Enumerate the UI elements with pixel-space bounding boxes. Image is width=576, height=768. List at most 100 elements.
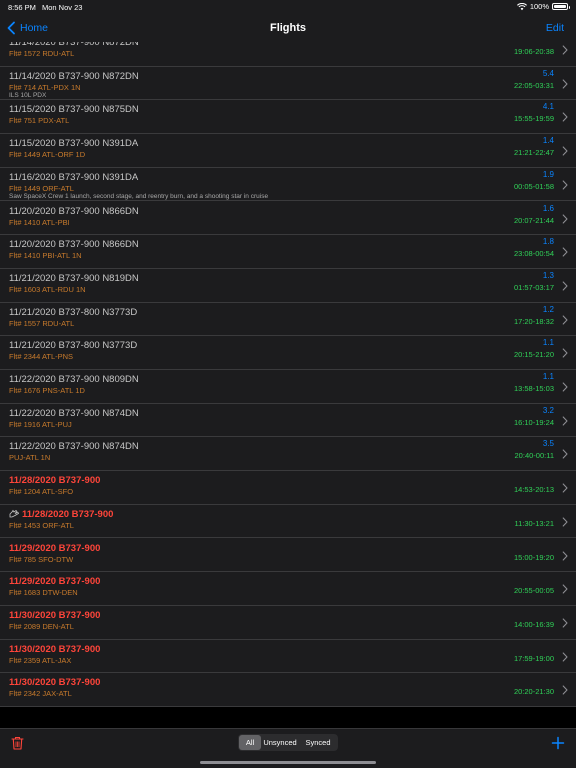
flight-row[interactable]: 11/28/2020 B737-900 Flt# 1204 ATL-SFO 14:5… <box>0 471 576 505</box>
flight-row[interactable]: 11/21/2020 B737-800 N3773D Flt# 2344 ATL-… <box>0 336 576 370</box>
flight-number: Flt# 785 SFO-DTW <box>9 554 74 564</box>
chevron-right-icon <box>562 550 568 561</box>
flight-title: 11/21/2020 B737-900 N819DN <box>9 273 139 284</box>
chevron-right-icon <box>562 348 568 358</box>
flight-title: 11/20/2020 B737-900 N866DN <box>9 239 139 250</box>
chevron-right-icon <box>562 449 568 459</box>
flight-title-text: 11/15/2020 B737-900 N391DA <box>9 138 139 150</box>
flight-title: 11/30/2020 B737-900 <box>9 644 100 655</box>
navigation-bar: Home Flights Edit <box>0 14 576 43</box>
flight-title-text: 11/28/2020 B737-900 <box>22 508 114 520</box>
status-bar: 8:56 PM Mon Nov 23 100% <box>0 0 576 14</box>
flight-hours: 1.8 <box>542 237 554 247</box>
flight-title-text: 11/30/2020 B737-900 <box>9 677 101 689</box>
chevron-right-icon <box>562 146 568 156</box>
flight-title-text: 11/21/2020 B737-800 N3773D <box>9 306 138 318</box>
flight-row[interactable]: 11/30/2020 B737-900 Flt# 2342 JAX-ATL 20:2… <box>0 673 576 707</box>
flight-times: 15:00-19:20 <box>513 552 554 562</box>
flight-title-text: 11/16/2020 B737-900 N391DA <box>9 171 139 183</box>
flight-number: Flt# 1676 PNS-ATL 1D <box>9 386 85 395</box>
flight-title-text: 11/30/2020 B737-900 <box>9 643 101 655</box>
flight-title-text: 11/22/2020 B737-900 N874DN <box>9 441 139 453</box>
chevron-right-icon <box>562 584 568 594</box>
flight-title: 11/29/2020 B737-900 <box>9 543 100 554</box>
flight-times: 20:20-21:30 <box>513 687 554 697</box>
flight-title-text: 11/20/2020 B737-900 N866DN <box>9 205 139 217</box>
page-title: Flights <box>269 22 307 34</box>
flight-title: 11/14/2020 B737-900 N872DN <box>9 42 139 48</box>
flight-hours: 1.1 <box>542 338 554 348</box>
chevron-right-icon <box>562 382 568 392</box>
segment-all[interactable]: All <box>239 735 261 750</box>
flight-row[interactable]: 11/21/2020 B737-800 N3773D Flt# 1557 RDU-… <box>0 303 576 337</box>
flight-row[interactable]: 11/22/2020 B737-900 N809DN Flt# 1676 PNS-… <box>0 370 576 404</box>
flight-title-text: 11/14/2020 B737-900 N872DN <box>9 70 139 82</box>
flight-row[interactable]: 11/15/2020 B737-900 N391DA Flt# 1449 ATL-… <box>0 134 576 168</box>
chevron-right-icon <box>562 180 568 190</box>
flight-number: Flt# 751 PDX-ATL <box>9 116 70 126</box>
plus-icon[interactable] <box>551 736 565 750</box>
flights-list[interactable]: 11/14/2020 B737-900 N872DN Flt# 1572 RDU-… <box>0 42 576 707</box>
flight-row[interactable]: 11/20/2020 B737-900 N866DN Flt# 1410 ATL-… <box>0 202 576 236</box>
flight-times: 17:59-19:00 <box>513 653 554 663</box>
flight-times: 01:57-03:17 <box>513 282 554 292</box>
flight-title: 11/29/2020 B737-900 <box>9 576 100 587</box>
flight-row[interactable]: 11/22/2020 B737-900 N874DN PUJ-ATL 1N 3.5 2… <box>0 437 576 472</box>
flight-title-text: 11/22/2020 B737-900 N809DN <box>9 374 139 385</box>
flight-number: Flt# 1204 ATL-SFO <box>9 487 74 497</box>
flight-number: Flt# 2359 ATL-JAX <box>9 655 72 665</box>
flight-times: 14:53-20:13 <box>513 485 554 495</box>
flight-row[interactable]: 11/30/2020 B737-900 Flt# 2089 DEN-ATL 14:0… <box>0 606 576 640</box>
flight-times: 11:30-13:21 <box>514 518 554 528</box>
flight-hours: 1.4 <box>542 136 554 146</box>
status-right: 100% <box>516 2 570 11</box>
chevron-right-icon <box>562 483 568 493</box>
flight-title: 11/22/2020 B737-900 N874DN <box>9 408 139 419</box>
flight-hours: 1.9 <box>542 169 554 179</box>
chevron-right-icon <box>562 112 568 122</box>
flight-row[interactable]: 11/28/2020 B737-900 Flt# 1453 ORF-ATL 11:3… <box>0 505 576 539</box>
edit-button[interactable]: Edit <box>546 22 564 34</box>
flight-number: Flt# 1557 RDU-ATL <box>9 318 75 328</box>
hand-icon <box>9 509 19 518</box>
flight-times: 17:20-18:32 <box>513 316 554 326</box>
flight-row[interactable]: 11/22/2020 B737-900 N874DN Flt# 1916 ATL-… <box>0 404 576 438</box>
flight-times: 22:05-03:31 <box>513 80 554 90</box>
trash-icon[interactable] <box>11 736 24 750</box>
flight-times: 20:40-00:11 <box>514 451 554 461</box>
flight-row[interactable]: 11/15/2020 B737-900 N875DN Flt# 751 PDX-A… <box>0 100 576 135</box>
flight-hours: 3.2 <box>542 405 554 415</box>
flight-row[interactable]: 11/29/2020 B737-900 Flt# 1683 DTW-DEN 20:5… <box>0 572 576 606</box>
flight-number: Flt# 1449 ATL-ORF 1D <box>9 150 86 160</box>
flight-row[interactable]: 11/29/2020 B737-900 Flt# 785 SFO-DTW 15:00… <box>0 539 576 573</box>
wifi-icon <box>516 2 527 10</box>
flight-title-text: 11/28/2020 B737-900 <box>9 475 101 487</box>
flight-row[interactable]: 11/20/2020 B737-900 N866DN Flt# 1410 PBI-… <box>0 235 576 269</box>
bottom-toolbar: All Unsynced Synced <box>0 728 576 768</box>
flight-row[interactable]: 11/21/2020 B737-900 N819DN Flt# 1603 ATL-… <box>0 269 576 303</box>
flight-number: Flt# 714 ATL-PDX 1N <box>9 82 81 92</box>
flight-hours: 4.1 <box>542 102 554 112</box>
flight-row[interactable]: 11/16/2020 B737-900 N391DA Flt# 1449 ORF-… <box>0 168 576 202</box>
flight-row[interactable]: 11/14/2020 B737-900 N872DN Flt# 714 ATL-P… <box>0 67 576 101</box>
flight-title: 11/28/2020 B737-900 <box>9 475 100 486</box>
flight-title-text: 11/29/2020 B737-900 <box>9 576 101 588</box>
flight-hours: 1.3 <box>542 270 554 280</box>
chevron-right-icon <box>562 315 568 325</box>
flight-hours: 1.6 <box>542 203 554 213</box>
flight-title-text: 11/20/2020 B737-900 N866DN <box>9 239 139 251</box>
flight-times: 13:58-15:03 <box>513 384 554 393</box>
flight-number: PUJ-ATL 1N <box>9 453 51 463</box>
status-date: Mon Nov 23 <box>42 3 83 12</box>
flight-row[interactable]: 11/30/2020 B737-900 Flt# 2359 ATL-JAX 17:5… <box>0 640 576 674</box>
flight-title: 11/14/2020 B737-900 N872DN <box>9 71 139 82</box>
flight-row[interactable]: 11/14/2020 B737-900 N872DN Flt# 1572 RDU-… <box>0 42 576 67</box>
flight-number: Flt# 2344 ATL-PNS <box>9 352 74 362</box>
flight-note: Saw SpaceX Crew 1 launch, second stage, … <box>9 192 269 200</box>
segment-synced[interactable]: Synced <box>299 735 337 750</box>
flight-times: 15:55-19:59 <box>513 114 554 124</box>
chevron-right-icon <box>562 652 568 662</box>
flight-title: 11/30/2020 B737-900 <box>9 677 100 688</box>
sync-filter-segmented-control: All Unsynced Synced <box>238 734 338 751</box>
segment-unsynced[interactable]: Unsynced <box>261 735 299 750</box>
